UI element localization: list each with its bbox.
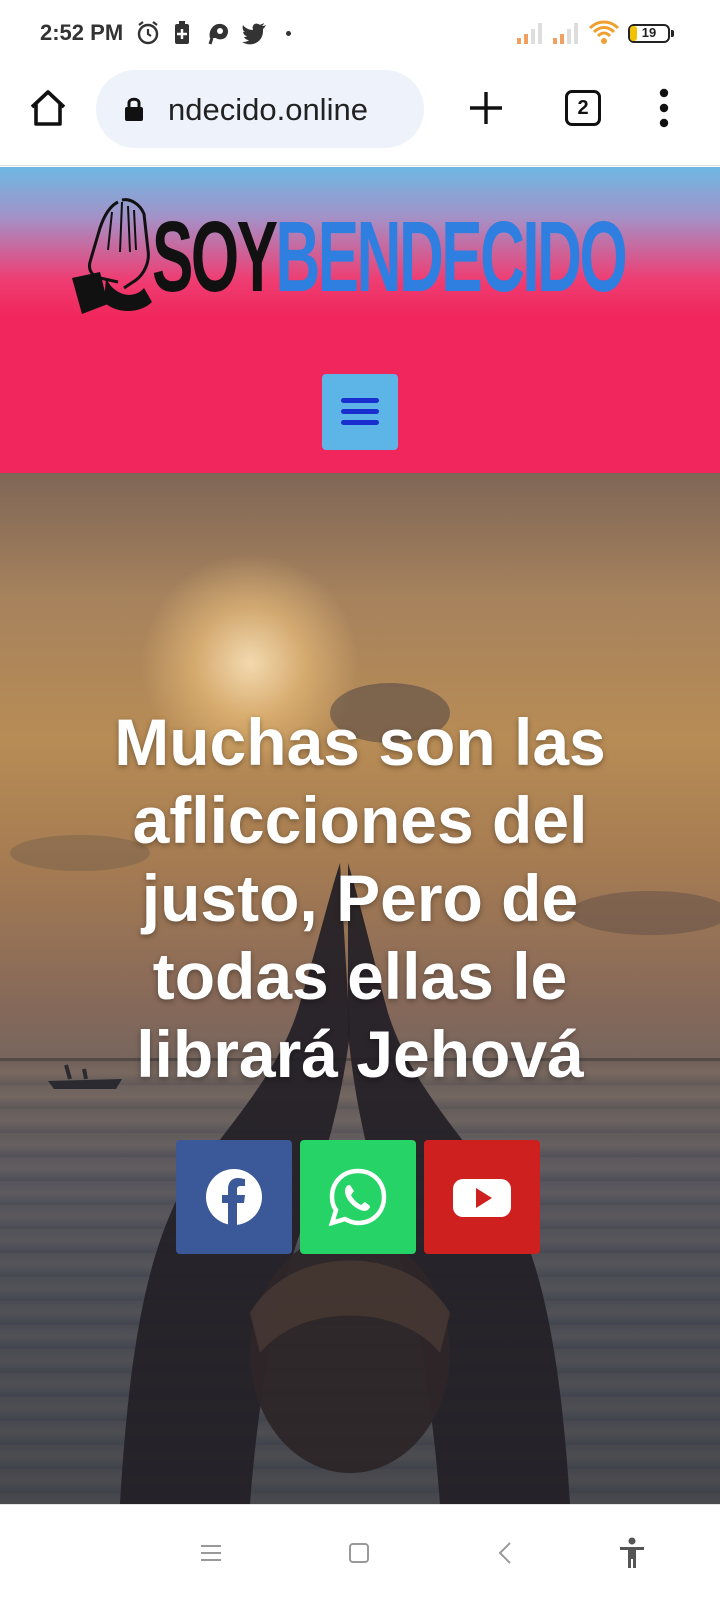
plus-icon[interactable] [466, 88, 506, 128]
tabs-icon[interactable]: 2 [565, 90, 601, 126]
status-time: 2:52 PM [40, 20, 124, 45]
app-notification-icon [206, 20, 232, 46]
battery-tip [671, 30, 674, 37]
battery-icon: 19 [628, 24, 670, 43]
youtube-icon [453, 1179, 511, 1217]
hero-section: Muchas son las aflicciones del justo, Pe… [0, 473, 720, 1504]
logo-text-soy: SOY [152, 201, 278, 313]
signal-icon [516, 20, 546, 46]
browser-toolbar: ndecido.online 2 [0, 66, 720, 166]
accessibility-icon[interactable] [614, 1535, 650, 1571]
menu-icon-line [341, 398, 379, 403]
lock-icon[interactable] [124, 96, 144, 122]
facebook-button[interactable] [176, 1140, 292, 1254]
address-bar[interactable]: ndecido.online [96, 70, 424, 148]
praying-hands-icon [70, 192, 162, 322]
menu-icon[interactable] [193, 1535, 229, 1571]
menu-icon-line [341, 409, 379, 414]
menu-icon-line [341, 420, 379, 425]
logo-text-bendecido: BENDECIDO [275, 201, 627, 313]
status-bar: 2:52 PM 19 [0, 0, 720, 66]
back-icon[interactable] [488, 1535, 524, 1571]
whatsapp-button[interactable] [300, 1140, 416, 1254]
social-buttons [176, 1140, 546, 1256]
home-square-icon[interactable] [341, 1535, 377, 1571]
logo-text: SOYBENDECIDO [152, 201, 628, 313]
menu-toggle-button[interactable] [322, 374, 398, 450]
system-nav-bar [0, 1504, 720, 1600]
hero-title: Muchas son las aflicciones del justo, Pe… [114, 705, 606, 1091]
facebook-icon [206, 1169, 262, 1225]
twitter-icon [240, 20, 266, 46]
whatsapp-icon [328, 1168, 387, 1227]
url-text[interactable]: ndecido.online [168, 92, 368, 128]
wifi-icon [588, 20, 620, 46]
site-header: SOYBENDECIDO [0, 167, 720, 473]
battery-saver-icon [172, 20, 198, 46]
site-logo[interactable]: SOYBENDECIDO [70, 192, 660, 322]
signal-icon [552, 20, 582, 46]
youtube-button[interactable] [424, 1140, 540, 1254]
more-vert-icon[interactable] [650, 86, 678, 130]
notification-dot [286, 31, 291, 36]
home-icon[interactable] [26, 86, 70, 130]
alarm-icon [135, 20, 161, 46]
battery-level: 19 [641, 25, 657, 40]
